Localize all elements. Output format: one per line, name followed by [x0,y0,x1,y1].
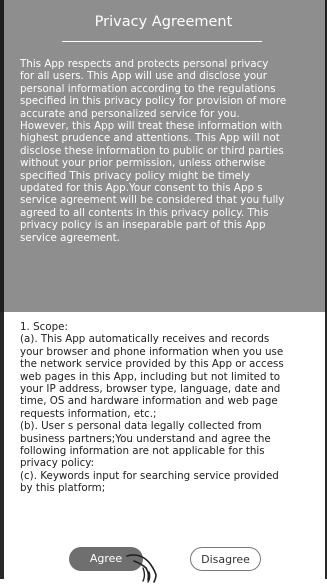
dialog-title: Privacy Agreement [94,14,233,30]
intro-text: This App respects and protects personal … [20,58,287,244]
title-divider [62,41,262,42]
privacy-dialog: Privacy Agreement This App respects and … [0,0,327,583]
privacy-header-panel: Privacy Agreement This App respects and … [0,0,327,312]
scope-text: 1. Scope: (a). This App automatically re… [20,321,284,495]
left-edge [0,0,4,579]
pointing-hand-icon [126,554,157,583]
disagree-button[interactable]: Disagree [190,547,261,571]
